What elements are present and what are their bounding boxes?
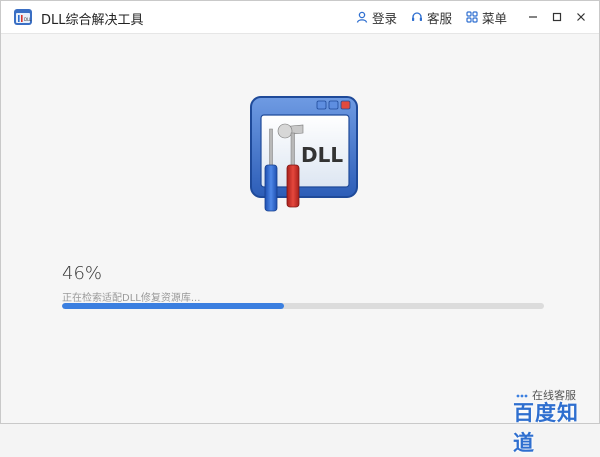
svg-text:DLL: DLL [24, 17, 32, 22]
headset-icon [411, 12, 422, 21]
login-label: 登录 [371, 10, 397, 26]
progress-bar [62, 303, 544, 309]
progress-percentage: 46% [62, 263, 103, 284]
user-icon [356, 11, 368, 23]
minimize-icon [529, 16, 537, 18]
progress-status-text: 正在检索适配DLL修复资源库... [62, 293, 201, 304]
app-logo-icon: DLL [14, 9, 32, 25]
watermark-text: 百度知道 [513, 401, 579, 455]
app-window: DLL DLL综合解决工具 登录 客服 菜单 DLL 46% 正在检索适配DLL… [0, 0, 600, 455]
close-icon [577, 13, 585, 21]
support-button[interactable]: 客服 [411, 8, 452, 27]
title-bar: DLL DLL综合解决工具 登录 客服 菜单 [1, 1, 599, 34]
menu-button[interactable]: 菜单 [466, 8, 507, 27]
menu-label: 菜单 [481, 10, 507, 26]
progress-bar-fill [62, 303, 284, 309]
title-bar-actions: 登录 客服 菜单 [356, 1, 599, 33]
login-button[interactable]: 登录 [356, 8, 397, 27]
grid-menu-icon [466, 11, 478, 23]
dll-tools-icon: DLL [250, 96, 358, 212]
close-button[interactable] [569, 1, 593, 33]
maximize-button[interactable] [545, 1, 569, 33]
hero-dll-label: DLL [301, 143, 343, 167]
support-label: 客服 [426, 10, 452, 26]
maximize-icon [552, 12, 562, 22]
app-title: DLL综合解决工具 [41, 13, 144, 28]
minimize-button[interactable] [521, 1, 545, 33]
